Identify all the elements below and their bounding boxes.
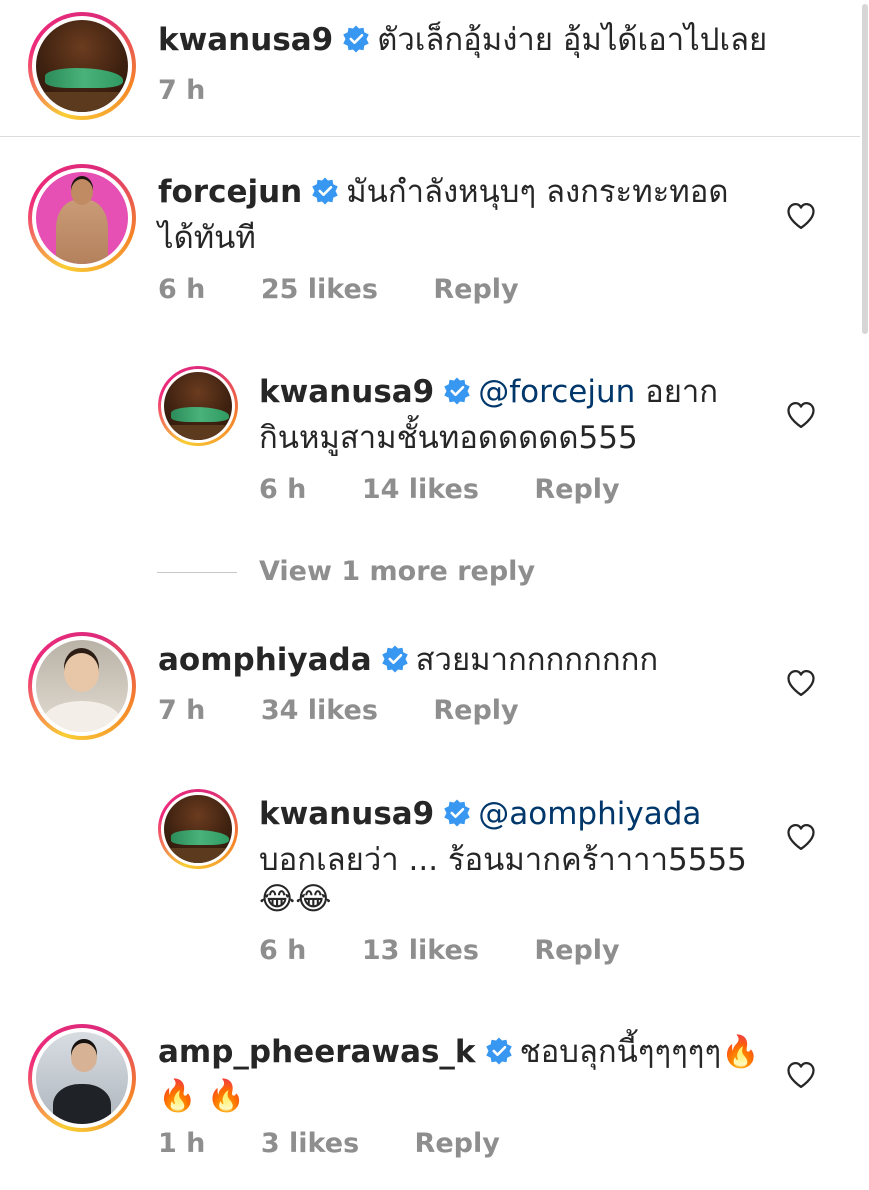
avatar-image: [36, 20, 128, 112]
reply-text-line-2: กินหมูสามชั้นทอดดดดด555: [259, 420, 638, 456]
reply-button[interactable]: Reply: [433, 273, 518, 307]
heart-outline-icon[interactable]: [786, 1061, 816, 1089]
comment-username[interactable]: forcejun: [158, 174, 302, 210]
reply-text-line-2: บอกเลยว่า ... ร้อนมากคร้าาาา5555: [259, 842, 747, 878]
caption-meta: 7 h: [158, 74, 205, 108]
reply-button[interactable]: Reply: [534, 934, 619, 968]
heart-outline-icon[interactable]: [786, 669, 816, 697]
scrollbar-thumb[interactable]: [862, 4, 868, 334]
comment-meta: 1 h 3 likes Reply: [158, 1127, 500, 1161]
reply-text-line: kwanusa9 @forcejun อยาก: [259, 370, 718, 414]
comment-time: 6 h: [158, 274, 206, 305]
view-more-replies-button[interactable]: View 1 more reply: [157, 555, 535, 589]
avatar-amp-pheerawas-k[interactable]: [28, 1024, 136, 1132]
comment-text-line-2: 🔥 🔥: [158, 1078, 246, 1114]
comment-likes[interactable]: 34 likes: [261, 694, 378, 728]
comment-username[interactable]: aomphiyada: [158, 642, 372, 678]
verified-badge-icon: [381, 645, 408, 673]
reply-button[interactable]: Reply: [433, 694, 518, 728]
view-more-label: View 1 more reply: [259, 556, 536, 587]
avatar-kwanusa9-reply[interactable]: [158, 789, 238, 869]
avatar-image: [164, 795, 232, 863]
comment-text: มันกำลังหนุบๆ ลงกระทะทอด: [346, 174, 729, 210]
verified-badge-icon: [444, 377, 471, 405]
reply-button[interactable]: Reply: [415, 1127, 500, 1161]
reply-likes[interactable]: 14 likes: [362, 473, 479, 507]
reply-mention[interactable]: @forcejun: [478, 374, 635, 410]
caption-time: 7 h: [158, 75, 206, 106]
caption-text: ตัวเล็กอุ้มง่าย อุ้มได้เอาไปเลย: [377, 22, 768, 58]
comment-time: 7 h: [158, 695, 206, 726]
comment-username[interactable]: amp_pheerawas_k: [158, 1034, 476, 1070]
reply-meta: 6 h 13 likes Reply: [259, 934, 620, 968]
avatar-kwanusa9[interactable]: [28, 12, 136, 120]
reply-mention[interactable]: @aomphiyada: [478, 796, 701, 832]
reply-likes[interactable]: 13 likes: [362, 934, 479, 968]
comment-text-line: aomphiyada สวยมากกกกกกกก: [158, 638, 658, 682]
reply-username[interactable]: kwanusa9: [259, 374, 434, 410]
verified-badge-icon: [485, 1037, 512, 1065]
reply-button[interactable]: Reply: [534, 473, 619, 507]
reply-text-line-3: 😂😂: [259, 881, 332, 917]
comment-text: ชอบลุกนี้ๆๆๆๆๆ🔥: [519, 1034, 760, 1070]
verified-badge-icon: [343, 25, 370, 53]
avatar-aomphiyada[interactable]: [28, 632, 136, 740]
caption-divider: [0, 136, 869, 137]
scrollbar[interactable]: [860, 0, 869, 1190]
avatar-forcejun[interactable]: [28, 164, 136, 272]
comment-likes[interactable]: 25 likes: [261, 273, 378, 307]
reply-time: 6 h: [259, 935, 307, 966]
comments-screen: kwanusa9 ตัวเล็กอุ้มง่าย อุ้มได้เอาไปเลย …: [0, 0, 869, 1190]
caption-username[interactable]: kwanusa9: [158, 22, 333, 58]
heart-outline-icon[interactable]: [786, 401, 816, 429]
reply-time: 6 h: [259, 474, 307, 505]
avatar-image: [36, 172, 128, 264]
reply-username[interactable]: kwanusa9: [259, 796, 434, 832]
comment-likes[interactable]: 3 likes: [261, 1127, 359, 1161]
comment-text-line: amp_pheerawas_k ชอบลุกนี้ๆๆๆๆๆ🔥: [158, 1030, 760, 1074]
reply-text-line: kwanusa9 @aomphiyada: [259, 792, 701, 836]
comment-time: 1 h: [158, 1128, 206, 1159]
avatar-image: [164, 372, 232, 440]
comment-text: สวยมากกกกกกกก: [415, 642, 659, 678]
avatar-image: [36, 640, 128, 732]
view-more-divider: [157, 571, 237, 573]
verified-badge-icon: [444, 799, 471, 827]
avatar-kwanusa9-reply[interactable]: [158, 366, 238, 446]
heart-outline-icon[interactable]: [786, 823, 816, 851]
comment-meta: 6 h 25 likes Reply: [158, 273, 519, 307]
avatar-image: [36, 1032, 128, 1124]
comment-text-line-2: ได้ทันที: [158, 220, 256, 256]
heart-outline-icon[interactable]: [786, 202, 816, 230]
reply-meta: 6 h 14 likes Reply: [259, 473, 620, 507]
verified-badge-icon: [312, 177, 338, 205]
caption-text-line: kwanusa9 ตัวเล็กอุ้มง่าย อุ้มได้เอาไปเลย: [158, 18, 767, 62]
comment-meta: 7 h 34 likes Reply: [158, 694, 519, 728]
reply-text: อยาก: [635, 374, 719, 410]
comment-text-line: forcejun มันกำลังหนุบๆ ลงกระทะทอด: [158, 170, 728, 214]
